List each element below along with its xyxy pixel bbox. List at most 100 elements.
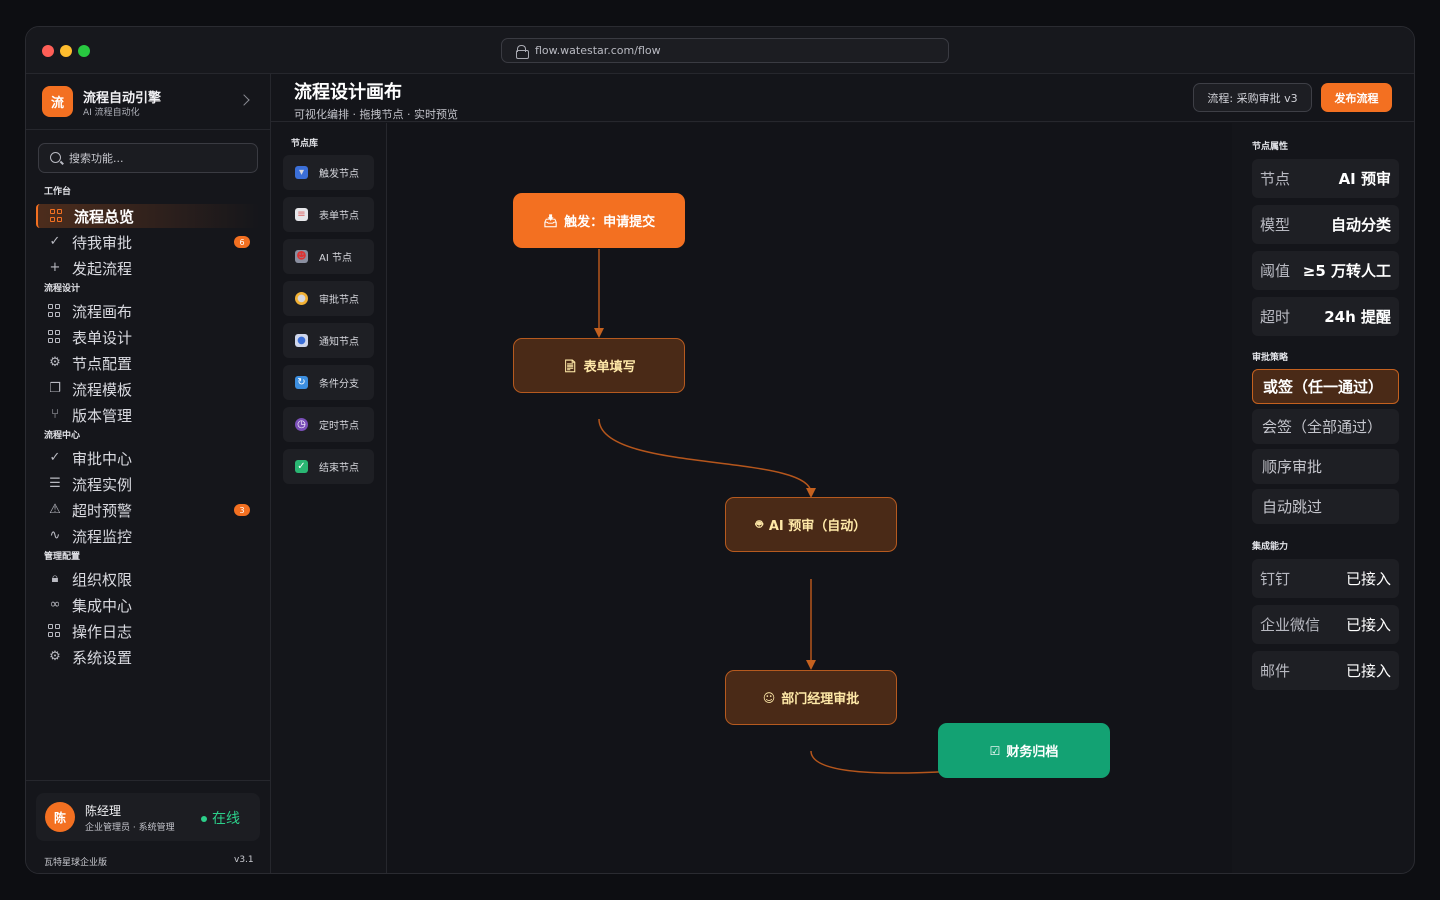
palette-item-label: 通知节点 [319,337,359,348]
flow-node-manager-approval[interactable]: ☺ 部门经理审批 [725,670,897,725]
user-name: 陈经理 [85,804,122,818]
minimize-window-button[interactable] [60,45,72,57]
integration-row-dingtalk[interactable]: 钉钉 已接入 [1252,559,1399,598]
nav-item-org-permissions[interactable]: 🔒︎ 组织权限 [36,567,260,591]
prop-value: 24h 提醒 [1324,308,1391,326]
node-label: 部门经理审批 [781,692,860,707]
nav-item-flow-templates[interactable]: ❐ 流程模板 [36,377,260,401]
strategy-option-auto-skip[interactable]: 自动跳过 [1252,489,1399,524]
robot-icon: ☻ [295,250,308,263]
maximize-window-button[interactable] [78,45,90,57]
nav-section-title: 流程中心 [44,431,81,441]
integration-status: 已接入 [1345,616,1391,634]
nav-label: 审批中心 [72,449,133,468]
node-label: 财务归档 [1006,745,1059,760]
node-label: AI 预审（自动） [768,519,867,534]
search-icon [50,152,61,163]
props-section-title: 集成能力 [1252,542,1289,552]
prop-key: 节点 [1260,170,1291,188]
nav-item-approval-center[interactable]: ✓ 审批中心 [36,446,260,470]
palette-item-ai[interactable]: ☻ AI 节点 [283,239,374,274]
nav-item-version-management[interactable]: ⑂ 版本管理 [36,403,260,427]
lock-icon: 🔒︎ [51,571,59,586]
flow-version-selector[interactable]: 流程: 采购审批 v3 [1193,83,1312,112]
palette-item-trigger[interactable]: ▾ 触发节点 [283,155,374,190]
document-icon: ≡ [295,208,308,221]
nav-label: 操作日志 [72,622,133,641]
palette-item-notify[interactable]: ● 通知节点 [283,323,374,358]
nav-label: 超时预警 [72,501,133,520]
nav-item-pending-approval[interactable]: ✓ 待我审批 6 [36,230,260,254]
branch-icon: ⑂ [51,407,59,422]
nav-item-flow-monitor[interactable]: ∿ 流程监控 [36,524,260,548]
user-panel: 陈 陈经理 企业管理员 · 系统管理 在线 瓦特星球企业版 v3.1 [26,780,270,873]
nav-item-start-flow[interactable]: + 发起流程 [36,256,260,280]
app-logo: 流 [42,86,73,117]
palette-item-approval[interactable]: ● 审批节点 [283,281,374,316]
prop-row-model[interactable]: 模型 自动分类 [1252,205,1399,244]
prop-key: 阈值 [1260,262,1291,280]
search-input[interactable]: 搜索功能... [38,143,258,173]
flow-canvas[interactable]: 📥︎ 触发：申请提交 📄︎ 表单填写 🤖︎ AI 预审（自动） ☺ 部门经理审批… [387,123,1232,873]
palette-item-label: AI 节点 [319,253,352,264]
props-section-title: 审批策略 [1252,353,1289,363]
palette-item-condition[interactable]: ↻ 条件分支 [283,365,374,400]
grid-icon [50,209,64,223]
publish-button[interactable]: 发布流程 [1321,83,1392,112]
warning-icon: ⚠ [49,502,61,517]
flow-node-finance-archive[interactable]: ☑ 财务归档 [938,723,1110,778]
strategy-option-or-sign[interactable]: 或签（任一通过） [1252,369,1399,404]
page-title: 流程设计画布 [294,82,402,103]
palette-item-end[interactable]: ✓ 结束节点 [283,449,374,484]
address-bar[interactable]: flow.watestar.com/flow [501,38,949,63]
nav-section-title: 流程设计 [44,284,81,294]
brand-header[interactable]: 流 流程自动引擎 AI 流程自动化 [26,74,270,130]
palette-item-label: 结束节点 [319,463,359,474]
palette-item-label: 触发节点 [319,169,359,180]
palette-item-label: 审批节点 [319,295,359,306]
browser-titlebar: flow.watestar.com/flow [26,27,1414,74]
flow-node-ai-review[interactable]: 🤖︎ AI 预审（自动） [725,497,897,552]
flow-node-trigger[interactable]: 📥︎ 触发：申请提交 [513,193,685,248]
nav-item-flow-canvas[interactable]: 流程画布 [36,299,260,323]
nav-item-operation-log[interactable]: 操作日志 [36,619,260,643]
check-icon: ✓ [49,450,61,465]
check-circle-icon: ✓ [49,234,61,249]
sidebar: 流 流程自动引擎 AI 流程自动化 搜索功能... 工作台 流程总览 ✓ 待我审… [26,74,271,873]
user-card[interactable]: 陈 陈经理 企业管理员 · 系统管理 在线 [36,793,260,841]
pulse-icon: ∿ [49,528,61,543]
strategy-option-sequential[interactable]: 顺序审批 [1252,449,1399,484]
palette-item-timer[interactable]: ◷ 定时节点 [283,407,374,442]
close-window-button[interactable] [42,45,54,57]
url-text: flow.watestar.com/flow [535,44,661,57]
strategy-option-co-sign[interactable]: 会签（全部通过） [1252,409,1399,444]
prop-row-timeout[interactable]: 超时 24h 提醒 [1252,297,1399,336]
version-label: v3.1 [234,855,254,865]
nav-item-timeout-alert[interactable]: ⚠ 超时预警 3 [36,498,260,522]
palette-item-form[interactable]: ≡ 表单节点 [283,197,374,232]
nav-item-integration-center[interactable]: ∞ 集成中心 [36,593,260,617]
nav-item-flow-overview[interactable]: 流程总览 [36,204,260,228]
node-label: 表单填写 [583,360,636,375]
nav-item-system-settings[interactable]: ⚙ 系统设置 [36,645,260,669]
online-status: 在线 [201,808,240,828]
integration-row-wecom[interactable]: 企业微信 已接入 [1252,605,1399,644]
integration-name: 邮件 [1260,662,1291,680]
lock-icon [516,44,529,59]
nav-item-form-design[interactable]: 表单设计 [36,325,260,349]
bell-icon: ● [295,334,308,347]
nav-label: 流程画布 [72,302,133,321]
nav-item-flow-instances[interactable]: ☰ 流程实例 [36,472,260,496]
prop-row-threshold[interactable]: 阈值 ≥5 万转人工 [1252,251,1399,290]
integration-row-email[interactable]: 邮件 已接入 [1252,651,1399,690]
nav-item-node-config[interactable]: ⚙ 节点配置 [36,351,260,375]
palette-item-label: 定时节点 [319,421,359,432]
nav-label: 流程监控 [72,527,133,546]
props-section-title: 节点属性 [1252,142,1289,152]
prop-row-node[interactable]: 节点 AI 预审 [1252,159,1399,198]
prop-value: AI 预审 [1338,170,1391,188]
prop-value: 自动分类 [1330,216,1391,234]
chevron-right-icon[interactable] [238,94,250,106]
nav-section-title: 工作台 [44,187,72,197]
flow-node-form[interactable]: 📄︎ 表单填写 [513,338,685,393]
